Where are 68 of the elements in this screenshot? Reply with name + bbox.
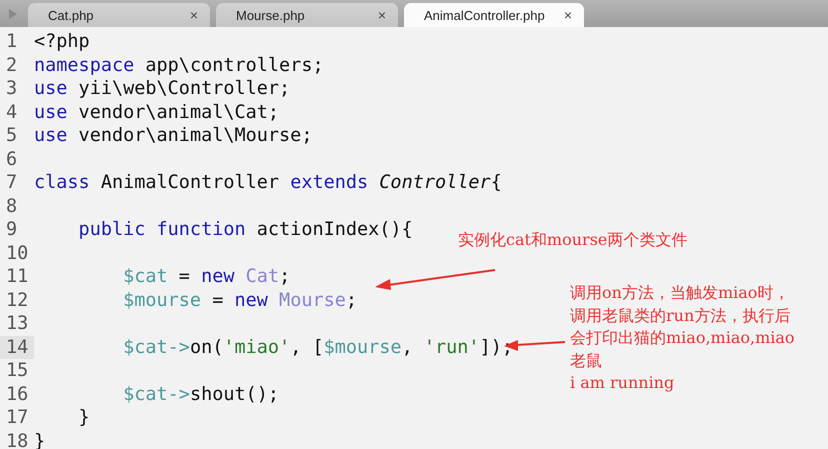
- close-icon[interactable]: ×: [564, 7, 572, 23]
- line-number: 13: [5, 312, 30, 336]
- keyword-token: public function: [78, 219, 246, 240]
- left-arrow-icon[interactable]: [8, 8, 18, 20]
- annotation-text: 调用on方法，当触发miao时，: [570, 282, 790, 304]
- variable-token: $cat: [122, 266, 168, 287]
- line-number: 4: [5, 100, 18, 124]
- keyword-token: new: [201, 266, 234, 287]
- line-number: 3: [5, 77, 18, 100]
- line-number: 9: [5, 218, 18, 242]
- code-token: }: [78, 407, 90, 428]
- string-token: 'miao': [223, 336, 290, 358]
- line-number: 6: [5, 148, 18, 171]
- line-number: 10: [5, 242, 30, 265]
- line-number: 2: [5, 54, 18, 77]
- line-number: 5: [5, 124, 18, 148]
- close-icon[interactable]: ×: [378, 7, 386, 23]
- keyword-token: use: [34, 125, 68, 146]
- line-number: 18: [5, 430, 30, 449]
- file-tab[interactable]: Mourse.php ×: [216, 3, 398, 27]
- keyword-token: namespace: [34, 54, 134, 76]
- code-token: on(: [190, 336, 224, 358]
- close-icon[interactable]: ×: [190, 7, 198, 23]
- string-token: 'run': [424, 336, 480, 358]
- code-token: ;: [279, 266, 290, 287]
- type-token: Controller: [378, 172, 491, 193]
- code-token: yii\web\Controller;: [78, 78, 290, 99]
- code-token: app\controllers;: [144, 54, 324, 76]
- annotation-text: 老鼠: [570, 350, 603, 372]
- keyword-token: use: [34, 78, 68, 99]
- code-token: actionIndex(){: [256, 219, 413, 240]
- line-number: 15: [5, 359, 30, 382]
- annotation-text: i am running: [570, 372, 676, 394]
- variable-token: $cat->: [122, 384, 190, 404]
- line-number: 8: [5, 194, 18, 218]
- code-token: vendor\animal\Mourse;: [78, 125, 312, 146]
- keyword-token: use: [34, 102, 68, 122]
- annotation-text: 会打印出猫的miao,miao,miao: [570, 327, 795, 349]
- variable-token: $mourse: [324, 336, 402, 358]
- class-name-token: Cat: [244, 266, 280, 287]
- keyword-token: extends: [290, 172, 368, 193]
- line-number: 14: [0, 336, 34, 359]
- code-token: ,: [402, 336, 414, 358]
- variable-token: $mourse: [122, 290, 202, 310]
- keyword-token: new: [234, 290, 268, 310]
- code-token: =: [211, 290, 224, 310]
- line-number: 17: [5, 406, 30, 430]
- file-tab[interactable]: AnimalController.php ×: [404, 3, 584, 27]
- line-number: 7: [5, 171, 18, 194]
- line-number: 11: [5, 265, 30, 288]
- code-token: <?php: [34, 31, 90, 52]
- code-token: {: [490, 172, 502, 193]
- line-number: 16: [5, 382, 30, 406]
- file-tab[interactable]: Cat.php ×: [28, 3, 210, 27]
- annotation-text: 调用老鼠类的run方法，执行后: [570, 304, 792, 326]
- keyword-token: class: [34, 172, 90, 193]
- code-token: =: [178, 266, 191, 287]
- code-token: ]);: [480, 336, 513, 358]
- line-number: 12: [5, 288, 30, 312]
- code-token: shout();: [190, 384, 280, 404]
- class-name-token: Mourse: [278, 290, 346, 310]
- code-token: AnimalController: [100, 172, 280, 193]
- code-token: , [: [290, 336, 324, 358]
- code-token: vendor\animal\Cat;: [78, 102, 280, 122]
- variable-token: $cat->: [122, 336, 190, 358]
- line-number: 1: [5, 30, 18, 54]
- code-token: ;: [346, 290, 358, 310]
- annotation-text: 实例化cat和mourse两个类文件: [458, 229, 688, 251]
